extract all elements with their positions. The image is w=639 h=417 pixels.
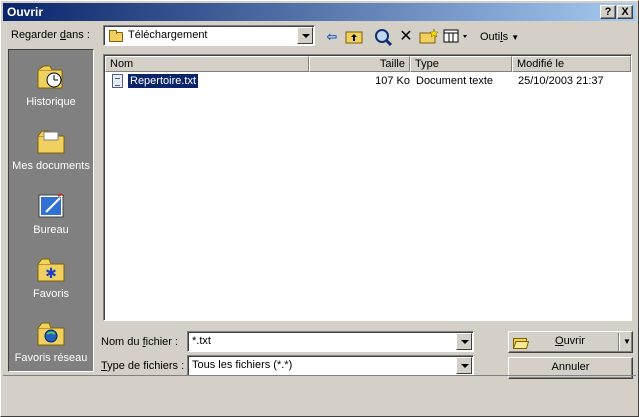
filetype-label: Type de fichiers : xyxy=(101,360,185,372)
tools-menu[interactable]: Outils ▼ xyxy=(480,31,519,43)
filename-dropdown-arrow[interactable] xyxy=(456,333,472,350)
place-favoris[interactable]: ✱ Favoris xyxy=(9,250,93,312)
open-button[interactable]: Ouvrir ▼ xyxy=(508,331,633,353)
delete-icon[interactable]: ✕ xyxy=(396,28,416,46)
file-name[interactable]: Repertoire.txt xyxy=(128,74,199,88)
svg-text:✱: ✱ xyxy=(45,266,57,282)
places-bar: Historique Mes documents Bureau ✱ Favori… xyxy=(8,49,94,372)
file-type: Document texte xyxy=(416,75,494,87)
place-bureau[interactable]: Bureau xyxy=(9,186,93,248)
column-header-name[interactable]: Nom xyxy=(105,56,309,72)
filetype-value: Tous les fichiers (*.*) xyxy=(192,359,293,371)
title-bar[interactable]: Ouvrir ? X xyxy=(3,3,636,21)
filetype-select[interactable]: Tous les fichiers (*.*) xyxy=(187,355,474,376)
history-icon xyxy=(36,64,66,90)
bottom-divider xyxy=(3,375,636,376)
look-in-dropdown-arrow[interactable] xyxy=(297,27,313,44)
text-document-icon xyxy=(112,74,123,88)
help-button[interactable]: ? xyxy=(600,5,616,19)
up-folder-icon[interactable] xyxy=(344,28,364,46)
filename-label: Nom du fichier : xyxy=(101,336,179,348)
views-icon[interactable] xyxy=(443,28,467,46)
look-in-combo[interactable]: Téléchargement xyxy=(103,25,315,46)
place-mes-documents[interactable]: Mes documents xyxy=(9,122,93,184)
network-favorites-icon xyxy=(36,320,66,346)
look-in-label: Regarder dans : xyxy=(11,29,90,41)
open-options-arrow-icon[interactable]: ▼ xyxy=(623,332,631,351)
chevron-down-icon: ▼ xyxy=(511,33,520,42)
table-row[interactable]: Repertoire.txt 107 Ko Document texte 25/… xyxy=(106,73,631,89)
open-folder-icon xyxy=(512,335,530,349)
close-button[interactable]: X xyxy=(617,5,633,19)
desktop-icon xyxy=(36,192,66,218)
window-title: Ouvrir xyxy=(7,5,44,19)
column-header-size[interactable]: Taille xyxy=(309,56,410,72)
file-size: 107 Ko xyxy=(375,75,410,87)
filename-value: *.txt xyxy=(192,335,211,347)
file-modified: 25/10/2003 21:37 xyxy=(518,75,604,87)
filename-input[interactable]: *.txt xyxy=(187,331,474,352)
favorites-icon: ✱ xyxy=(36,256,66,282)
filetype-dropdown-arrow[interactable] xyxy=(456,357,472,374)
place-favoris-reseau[interactable]: Favoris réseau xyxy=(9,314,93,376)
my-documents-icon xyxy=(36,128,66,154)
file-list[interactable]: Nom Taille Type Modifié le Repertoire.tx… xyxy=(103,54,632,321)
column-header-type[interactable]: Type xyxy=(410,56,512,72)
column-header-modified[interactable]: Modifié le xyxy=(512,56,631,72)
open-dialog: Ouvrir ? X Regarder dans : Téléchargemen… xyxy=(0,0,639,417)
back-icon[interactable]: ⇦ xyxy=(322,28,342,46)
place-historique[interactable]: Historique xyxy=(9,58,93,120)
folder-icon xyxy=(109,30,123,42)
look-in-value: Téléchargement xyxy=(128,29,208,41)
search-web-icon[interactable] xyxy=(373,28,393,47)
new-folder-icon[interactable] xyxy=(419,28,439,46)
